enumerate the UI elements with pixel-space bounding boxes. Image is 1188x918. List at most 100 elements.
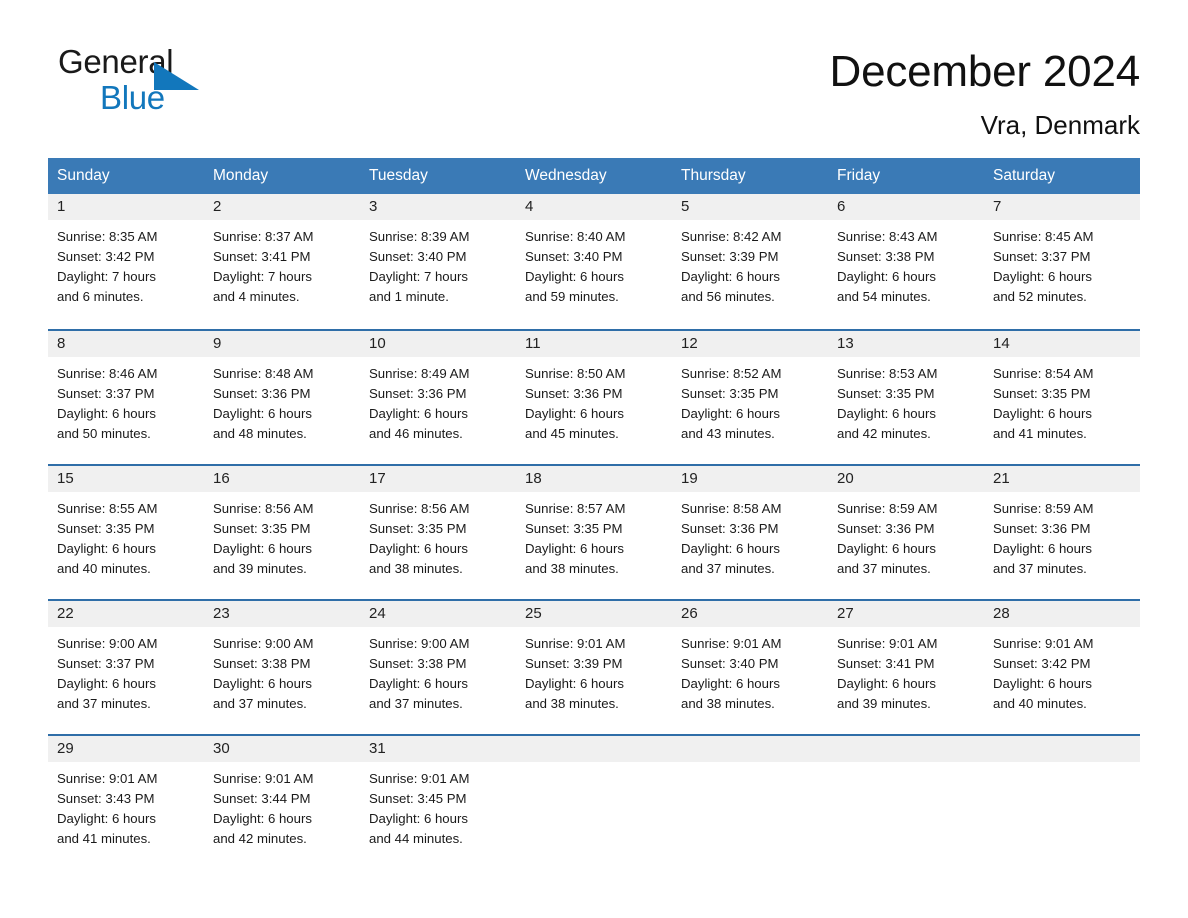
day-cell[interactable]: 29 Sunrise: 9:01 AM Sunset: 3:43 PM Dayligh… xyxy=(48,736,204,854)
day-info: Sunrise: 8:56 AM Sunset: 3:35 PM Daylight:… xyxy=(204,492,360,579)
daylight-text-line2: and 37 minutes. xyxy=(681,560,775,576)
day-cell[interactable]: 1 Sunrise: 8:35 AM Sunset: 3:42 PM Daylight… xyxy=(48,194,204,329)
day-info: Sunrise: 9:01 AM Sunset: 3:41 PM Daylight:… xyxy=(828,627,984,714)
daylight-text-line2: and 52 minutes. xyxy=(993,288,1087,304)
day-cell[interactable]: 27 Sunrise: 9:01 AM Sunset: 3:41 PM Dayligh… xyxy=(828,601,984,734)
day-cell[interactable]: 17 Sunrise: 8:56 AM Sunset: 3:35 PM Dayligh… xyxy=(360,466,516,599)
day-cell[interactable]: 19 Sunrise: 8:58 AM Sunset: 3:36 PM Dayligh… xyxy=(672,466,828,599)
sunset-text: Sunset: 3:35 PM xyxy=(369,520,467,536)
day-number: 31 xyxy=(360,736,516,762)
day-cell[interactable]: 14 Sunrise: 8:54 AM Sunset: 3:35 PM Dayligh… xyxy=(984,331,1140,464)
sunset-text: Sunset: 3:39 PM xyxy=(681,248,779,264)
daylight-text-line2: and 1 minute. xyxy=(369,288,449,304)
day-cell[interactable]: 30 Sunrise: 9:01 AM Sunset: 3:44 PM Dayligh… xyxy=(204,736,360,854)
day-info: Sunrise: 8:45 AM Sunset: 3:37 PM Daylight:… xyxy=(984,220,1140,307)
sunset-text: Sunset: 3:38 PM xyxy=(213,655,311,671)
day-info: Sunrise: 9:01 AM Sunset: 3:42 PM Daylight:… xyxy=(984,627,1140,714)
day-info: Sunrise: 9:00 AM Sunset: 3:37 PM Daylight:… xyxy=(48,627,204,714)
day-number: 17 xyxy=(360,466,516,492)
daylight-text-line1: Daylight: 6 hours xyxy=(837,675,936,691)
sunrise-text: Sunrise: 9:01 AM xyxy=(369,771,470,786)
sunset-text: Sunset: 3:35 PM xyxy=(681,385,779,401)
day-cell-empty xyxy=(516,736,672,854)
sunset-text: Sunset: 3:42 PM xyxy=(993,655,1091,671)
daylight-text-line1: Daylight: 6 hours xyxy=(681,268,780,284)
day-info: Sunrise: 8:46 AM Sunset: 3:37 PM Daylight:… xyxy=(48,357,204,444)
day-number: 30 xyxy=(204,736,360,762)
sunrise-text: Sunrise: 8:59 AM xyxy=(993,501,1094,516)
sunset-text: Sunset: 3:40 PM xyxy=(681,655,779,671)
day-cell[interactable]: 6 Sunrise: 8:43 AM Sunset: 3:38 PM Daylight… xyxy=(828,194,984,329)
day-cell-empty xyxy=(984,736,1140,854)
day-cell[interactable]: 11 Sunrise: 8:50 AM Sunset: 3:36 PM Dayligh… xyxy=(516,331,672,464)
day-number: 16 xyxy=(204,466,360,492)
day-info: Sunrise: 8:59 AM Sunset: 3:36 PM Daylight:… xyxy=(828,492,984,579)
day-cell[interactable]: 9 Sunrise: 8:48 AM Sunset: 3:36 PM Daylight… xyxy=(204,331,360,464)
day-cell[interactable]: 4 Sunrise: 8:40 AM Sunset: 3:40 PM Daylight… xyxy=(516,194,672,329)
day-cell[interactable]: 23 Sunrise: 9:00 AM Sunset: 3:38 PM Dayligh… xyxy=(204,601,360,734)
sunrise-text: Sunrise: 8:45 AM xyxy=(993,229,1094,244)
day-number: 13 xyxy=(828,331,984,357)
sunset-text: Sunset: 3:35 PM xyxy=(213,520,311,536)
day-cell[interactable]: 16 Sunrise: 8:56 AM Sunset: 3:35 PM Dayligh… xyxy=(204,466,360,599)
daylight-text-line2: and 39 minutes. xyxy=(213,560,307,576)
daylight-text-line2: and 50 minutes. xyxy=(57,425,151,441)
day-cell[interactable]: 2 Sunrise: 8:37 AM Sunset: 3:41 PM Daylight… xyxy=(204,194,360,329)
sunset-text: Sunset: 3:35 PM xyxy=(57,520,155,536)
day-cell[interactable]: 12 Sunrise: 8:52 AM Sunset: 3:35 PM Dayligh… xyxy=(672,331,828,464)
day-info: Sunrise: 8:48 AM Sunset: 3:36 PM Daylight:… xyxy=(204,357,360,444)
day-cell[interactable]: 24 Sunrise: 9:00 AM Sunset: 3:38 PM Dayligh… xyxy=(360,601,516,734)
daylight-text-line1: Daylight: 6 hours xyxy=(57,675,156,691)
day-number: 10 xyxy=(360,331,516,357)
daylight-text-line1: Daylight: 7 hours xyxy=(369,268,468,284)
daylight-text-line2: and 42 minutes. xyxy=(837,425,931,441)
day-info: Sunrise: 8:40 AM Sunset: 3:40 PM Daylight:… xyxy=(516,220,672,307)
day-cell[interactable]: 31 Sunrise: 9:01 AM Sunset: 3:45 PM Dayligh… xyxy=(360,736,516,854)
daylight-text-line1: Daylight: 6 hours xyxy=(837,540,936,556)
sunrise-text: Sunrise: 8:52 AM xyxy=(681,366,782,381)
day-cell[interactable]: 7 Sunrise: 8:45 AM Sunset: 3:37 PM Daylight… xyxy=(984,194,1140,329)
day-info: Sunrise: 8:37 AM Sunset: 3:41 PM Daylight:… xyxy=(204,220,360,307)
brand-logo[interactable]: General Blue xyxy=(58,44,218,120)
day-number: 7 xyxy=(984,194,1140,220)
sunset-text: Sunset: 3:36 PM xyxy=(525,385,623,401)
day-cell[interactable]: 26 Sunrise: 9:01 AM Sunset: 3:40 PM Dayligh… xyxy=(672,601,828,734)
day-cell[interactable]: 22 Sunrise: 9:00 AM Sunset: 3:37 PM Dayligh… xyxy=(48,601,204,734)
daylight-text-line2: and 40 minutes. xyxy=(57,560,151,576)
day-cell[interactable]: 3 Sunrise: 8:39 AM Sunset: 3:40 PM Daylight… xyxy=(360,194,516,329)
daylight-text-line2: and 48 minutes. xyxy=(213,425,307,441)
daylight-text-line1: Daylight: 6 hours xyxy=(213,540,312,556)
sunset-text: Sunset: 3:38 PM xyxy=(369,655,467,671)
day-cell[interactable]: 13 Sunrise: 8:53 AM Sunset: 3:35 PM Dayligh… xyxy=(828,331,984,464)
day-number: 2 xyxy=(204,194,360,220)
day-cell[interactable]: 25 Sunrise: 9:01 AM Sunset: 3:39 PM Dayligh… xyxy=(516,601,672,734)
sunrise-text: Sunrise: 9:01 AM xyxy=(57,771,158,786)
week-row: 22 Sunrise: 9:00 AM Sunset: 3:37 PM Dayligh… xyxy=(48,599,1140,734)
daylight-text-line2: and 46 minutes. xyxy=(369,425,463,441)
day-number: 27 xyxy=(828,601,984,627)
day-info: Sunrise: 9:01 AM Sunset: 3:43 PM Daylight:… xyxy=(48,762,204,849)
daylight-text-line2: and 59 minutes. xyxy=(525,288,619,304)
day-cell[interactable]: 18 Sunrise: 8:57 AM Sunset: 3:35 PM Dayligh… xyxy=(516,466,672,599)
day-number: 19 xyxy=(672,466,828,492)
sunset-text: Sunset: 3:36 PM xyxy=(993,520,1091,536)
day-cell[interactable]: 20 Sunrise: 8:59 AM Sunset: 3:36 PM Dayligh… xyxy=(828,466,984,599)
daylight-text-line1: Daylight: 6 hours xyxy=(57,810,156,826)
sunrise-text: Sunrise: 8:50 AM xyxy=(525,366,626,381)
sunset-text: Sunset: 3:35 PM xyxy=(993,385,1091,401)
day-cell[interactable]: 8 Sunrise: 8:46 AM Sunset: 3:37 PM Daylight… xyxy=(48,331,204,464)
day-cell[interactable]: 21 Sunrise: 8:59 AM Sunset: 3:36 PM Dayligh… xyxy=(984,466,1140,599)
sunrise-text: Sunrise: 8:42 AM xyxy=(681,229,782,244)
day-info: Sunrise: 9:00 AM Sunset: 3:38 PM Daylight:… xyxy=(360,627,516,714)
day-cell[interactable]: 5 Sunrise: 8:42 AM Sunset: 3:39 PM Daylight… xyxy=(672,194,828,329)
sunrise-text: Sunrise: 8:53 AM xyxy=(837,366,938,381)
day-info: Sunrise: 9:00 AM Sunset: 3:38 PM Daylight:… xyxy=(204,627,360,714)
day-cell-empty xyxy=(672,736,828,854)
day-info: Sunrise: 8:49 AM Sunset: 3:36 PM Daylight:… xyxy=(360,357,516,444)
day-cell[interactable]: 15 Sunrise: 8:55 AM Sunset: 3:35 PM Dayligh… xyxy=(48,466,204,599)
day-cell[interactable]: 10 Sunrise: 8:49 AM Sunset: 3:36 PM Dayligh… xyxy=(360,331,516,464)
day-info: Sunrise: 9:01 AM Sunset: 3:45 PM Daylight:… xyxy=(360,762,516,849)
day-cell[interactable]: 28 Sunrise: 9:01 AM Sunset: 3:42 PM Dayligh… xyxy=(984,601,1140,734)
weekday-header-thursday: Thursday xyxy=(681,167,746,184)
daylight-text-line1: Daylight: 6 hours xyxy=(525,540,624,556)
